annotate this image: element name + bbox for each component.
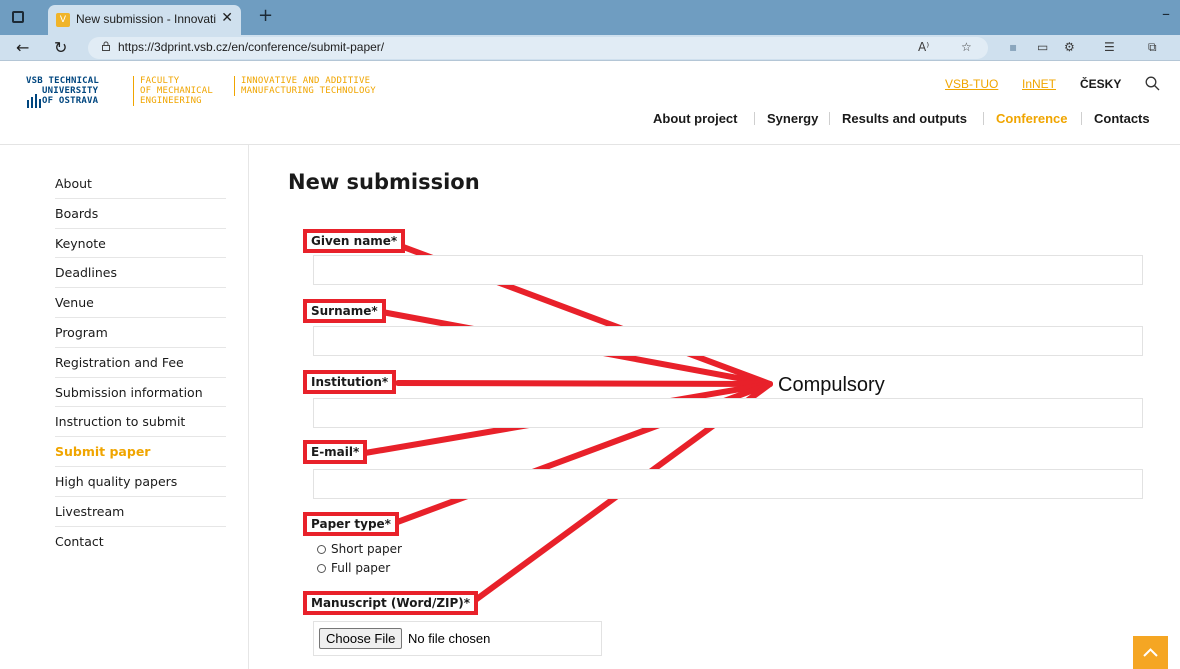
sidebar-item-about[interactable]: About [55, 169, 226, 199]
manuscript-file-input[interactable]: Choose File No file chosen [313, 621, 602, 656]
logo-line: FACULTY [140, 76, 180, 86]
email-input[interactable] [313, 469, 1143, 499]
nav-results[interactable]: Results and outputs [842, 111, 967, 126]
institution-input[interactable] [313, 398, 1143, 428]
institution-label: Institution* [303, 370, 397, 394]
extension-icon[interactable]: ▪ [1009, 40, 1017, 54]
choose-file-button[interactable]: Choose File [319, 628, 403, 649]
file-status: No file chosen [408, 631, 491, 646]
logo-line: OF MECHANICAL [140, 86, 214, 96]
nav-separator [1081, 112, 1082, 125]
main-nav: About project Synergy Results and output… [653, 111, 1163, 129]
sidebar-item-submission-info[interactable]: Submission information [55, 378, 226, 408]
favorites-list-icon[interactable]: ☰ [1104, 40, 1115, 54]
language-switch[interactable]: ČESKY [1080, 77, 1121, 91]
sidebar-item-deadlines[interactable]: Deadlines [55, 258, 226, 289]
address-bar: ← ↻ https://3dprint.vsb.cz/en/conference… [0, 35, 1180, 61]
site-favicon-icon: V [56, 13, 70, 27]
paper-type-label: Paper type* [303, 512, 399, 536]
arrow-institution [395, 380, 773, 387]
read-aloud-icon[interactable]: A⁾ [918, 40, 929, 54]
window-menu-icon[interactable] [12, 11, 24, 23]
favorite-icon[interactable]: ☆ [961, 40, 972, 54]
lock-icon [102, 41, 110, 51]
logo-line: ENGINEERING [140, 96, 202, 106]
reload-icon[interactable]: ↻ [54, 38, 67, 57]
sidebar-item-boards[interactable]: Boards [55, 199, 226, 229]
extensions-icon[interactable]: ⚙ [1064, 40, 1075, 54]
faculty-logo[interactable]: FACULTY OF MECHANICAL ENGINEERING [133, 76, 213, 106]
nav-separator [983, 112, 984, 125]
site-header: VSB TECHNICAL UNIVERSITY OF OSTRAVA FACU… [0, 61, 1180, 145]
logo-line: INNOVATIVE AND ADDITIVE [241, 76, 371, 86]
top-links: VSB-TUO InNET ČESKY [918, 77, 1158, 93]
split-screen-icon[interactable]: ▭ [1037, 40, 1048, 54]
chevron-up-icon [1143, 648, 1158, 657]
surname-input[interactable] [313, 326, 1143, 356]
sidebar-item-venue[interactable]: Venue [55, 288, 226, 318]
sidebar-item-livestream[interactable]: Livestream [55, 497, 226, 527]
sidebar-item-instruction[interactable]: Instruction to submit [55, 407, 226, 438]
given-name-label: Given name* [303, 229, 406, 253]
radio-label: Full paper [331, 561, 391, 575]
radio-short-paper[interactable]: Short paper [317, 542, 402, 556]
minimize-icon[interactable]: – [1162, 4, 1170, 23]
email-label: E-mail* [303, 440, 368, 464]
browser-tab[interactable]: V New submission - Innovative and Additi… [48, 5, 241, 35]
sidebar-item-submit-paper[interactable]: Submit paper [55, 437, 226, 467]
sidebar-item-contact[interactable]: Contact [55, 527, 226, 557]
vsb-tuo-link[interactable]: VSB-TUO [945, 77, 998, 91]
sidebar-item-program[interactable]: Program [55, 318, 226, 348]
manuscript-label: Manuscript (Word/ZIP)* [303, 591, 479, 615]
nav-about-project[interactable]: About project [653, 111, 738, 126]
radio-button[interactable] [317, 564, 326, 573]
vsb-logo-mark-icon [27, 94, 41, 108]
project-logo[interactable]: INNOVATIVE AND ADDITIVE MANUFACTURING TE… [234, 76, 376, 96]
nav-conference[interactable]: Conference [996, 111, 1068, 126]
radio-full-paper[interactable]: Full paper [317, 561, 390, 575]
close-tab-icon[interactable]: ✕ [221, 10, 233, 26]
sidebar-divider [248, 145, 249, 669]
sidebar-item-registration[interactable]: Registration and Fee [55, 348, 226, 378]
back-to-top-button[interactable] [1133, 636, 1168, 669]
browser-tab-bar: V New submission - Innovative and Additi… [0, 0, 1180, 35]
new-tab-icon[interactable]: + [258, 5, 273, 26]
page-title: New submission [288, 170, 480, 194]
sidebar-item-high-quality[interactable]: High quality papers [55, 467, 226, 497]
nav-synergy[interactable]: Synergy [767, 111, 818, 126]
sidebar-item-keynote[interactable]: Keynote [55, 229, 226, 259]
innet-link[interactable]: InNET [1022, 77, 1056, 91]
nav-separator [754, 112, 755, 125]
nav-contacts[interactable]: Contacts [1094, 111, 1150, 126]
logo-line: VSB TECHNICAL [26, 76, 100, 86]
surname-label: Surname* [303, 299, 386, 323]
tab-title: New submission - Innovative and Additive… [76, 12, 216, 26]
compulsory-annotation: Compulsory [778, 374, 885, 396]
url-field[interactable]: https://3dprint.vsb.cz/en/conference/sub… [88, 37, 988, 59]
logo-line: MANUFACTURING TECHNOLOGY [241, 86, 376, 96]
radio-button[interactable] [317, 545, 326, 554]
sidebar: About Boards Keynote Deadlines Venue Pro… [55, 169, 226, 556]
collections-icon[interactable]: ⧉ [1148, 40, 1157, 55]
nav-separator [829, 112, 830, 125]
given-name-input[interactable] [313, 255, 1143, 285]
search-icon[interactable] [1145, 76, 1160, 91]
url-text: https://3dprint.vsb.cz/en/conference/sub… [118, 40, 385, 54]
back-icon[interactable]: ← [16, 38, 29, 57]
radio-label: Short paper [331, 542, 402, 556]
